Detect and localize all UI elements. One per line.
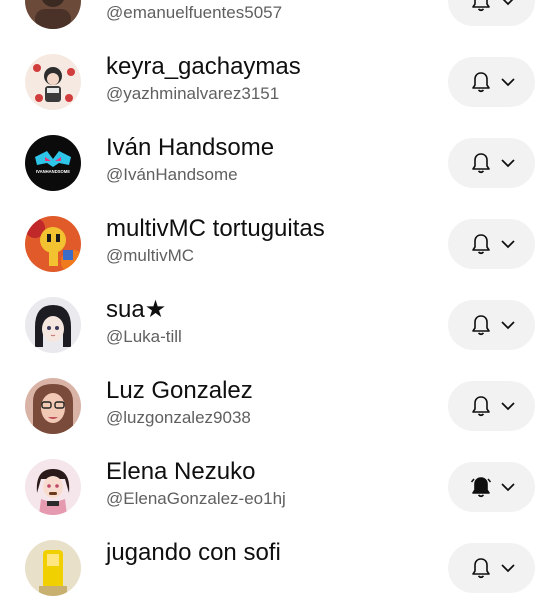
notification-settings-button[interactable] <box>448 381 535 431</box>
channel-name[interactable]: sua★ <box>106 296 166 324</box>
chevron-down-icon <box>501 78 515 87</box>
channel-avatar[interactable] <box>25 54 81 110</box>
bell-outline-icon <box>472 0 490 12</box>
channel-avatar[interactable] <box>25 540 81 596</box>
chevron-down-icon <box>501 159 515 168</box>
subscription-row[interactable]: keyra_gachaymas @yazhminalvarez3151 <box>0 41 560 122</box>
channel-avatar[interactable]: IVANHANDSOME <box>25 135 81 191</box>
bell-outline-icon <box>472 153 490 174</box>
notification-settings-button[interactable] <box>448 138 535 188</box>
channel-name[interactable]: keyra_gachaymas <box>106 53 301 81</box>
channel-name[interactable]: Elena Nezuko <box>106 458 255 486</box>
chevron-down-icon <box>502 0 514 6</box>
channel-handle: @luzgonzalez9038 <box>106 408 251 427</box>
channel-avatar[interactable] <box>25 0 81 29</box>
subscription-row[interactable]: sua★ @Luka-till <box>0 284 560 365</box>
subscription-row[interactable]: IVANHANDSOME Iván Handsome @IvánHandsome <box>0 122 560 203</box>
chevron-down-icon <box>501 240 515 249</box>
channel-handle: @IvánHandsome <box>106 165 238 184</box>
channel-handle: @Luka-till <box>106 327 182 346</box>
subscription-row[interactable]: @emanuelfuentes5057 <box>0 0 560 41</box>
subscriptions-list: @emanuelfuentes5057 keyra_gachaymas @yaz… <box>0 0 560 608</box>
bell-outline-icon <box>472 72 490 93</box>
channel-handle: @multivMC <box>106 246 195 265</box>
notification-settings-button[interactable] <box>448 219 535 269</box>
channel-handle: @yazhminalvarez3151 <box>106 84 280 103</box>
channel-avatar[interactable] <box>25 459 81 515</box>
channel-avatar[interactable] <box>25 378 81 434</box>
channel-name[interactable]: multivMC tortuguitas <box>106 215 325 243</box>
channel-name[interactable]: Luz Gonzalez <box>106 377 253 405</box>
bell-outline-icon <box>472 396 490 417</box>
channel-name[interactable]: Iván Handsome <box>106 134 274 162</box>
notification-settings-button[interactable] <box>448 543 535 593</box>
bell-outline-icon <box>472 315 490 336</box>
channel-avatar[interactable] <box>25 297 81 353</box>
channel-name[interactable]: jugando con sofi <box>106 539 281 567</box>
chevron-down-icon <box>501 321 515 330</box>
notification-settings-button[interactable] <box>448 0 535 26</box>
subscription-row[interactable]: jugando con sofi <box>0 527 560 608</box>
bell-filled-icon <box>470 477 492 498</box>
channel-avatar[interactable] <box>25 216 81 272</box>
chevron-down-icon <box>501 483 515 492</box>
channel-handle: @emanuelfuentes5057 <box>106 3 283 22</box>
notification-settings-button[interactable] <box>448 462 535 512</box>
subscription-row[interactable]: Elena Nezuko @ElenaGonzalez-eo1hj <box>0 446 560 527</box>
chevron-down-icon <box>501 564 515 573</box>
chevron-down-icon <box>501 402 515 411</box>
bell-outline-icon <box>472 234 490 255</box>
subscription-row[interactable]: multivMC tortuguitas @multivMC <box>0 203 560 284</box>
notification-settings-button[interactable] <box>448 300 535 350</box>
svg-text:IVANHANDSOME: IVANHANDSOME <box>36 169 70 174</box>
notification-settings-button[interactable] <box>448 57 535 107</box>
channel-handle: @ElenaGonzalez-eo1hj <box>106 489 286 508</box>
subscription-row[interactable]: Luz Gonzalez @luzgonzalez9038 <box>0 365 560 446</box>
